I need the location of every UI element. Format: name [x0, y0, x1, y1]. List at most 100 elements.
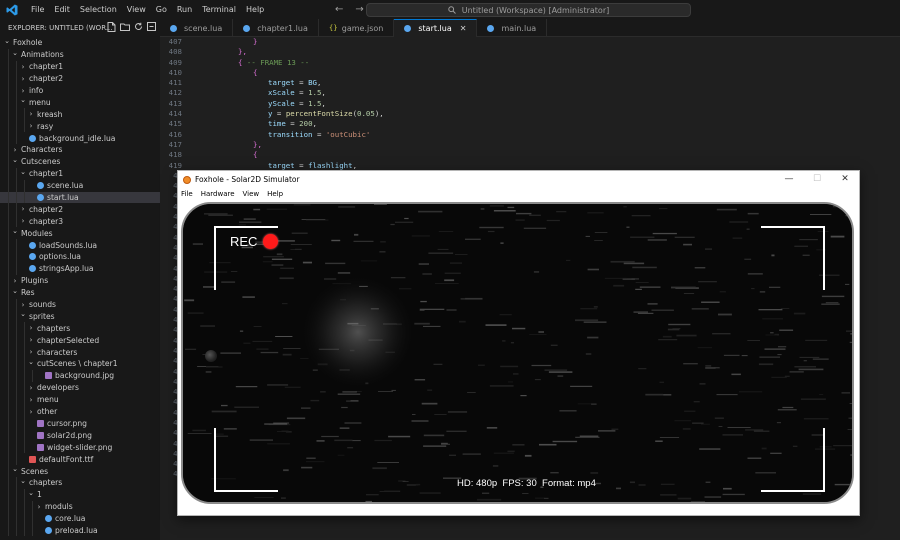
file-item[interactable]: background_idle.lua: [0, 132, 160, 145]
file-item[interactable]: stringsApp.lua: [0, 262, 160, 275]
folder-item[interactable]: ⌄ sprites: [0, 310, 160, 323]
menu-item-go[interactable]: Go: [151, 0, 172, 19]
forward-arrow-icon[interactable]: →: [355, 4, 363, 15]
chevron-right-icon[interactable]: ›: [35, 503, 43, 511]
chevron-right-icon[interactable]: ›: [19, 217, 27, 225]
folder-item[interactable]: › developers: [0, 381, 160, 394]
chevron-right-icon[interactable]: ›: [27, 122, 35, 130]
chevron-down-icon[interactable]: ⌄: [27, 358, 35, 366]
noise-streak: [759, 356, 780, 358]
chevron-down-icon[interactable]: ⌄: [19, 477, 27, 485]
menu-item-terminal[interactable]: Terminal: [197, 0, 241, 19]
folder-item[interactable]: › characters: [0, 346, 160, 359]
file-item[interactable]: core.lua: [0, 512, 160, 525]
file-item[interactable]: loadSounds.lua: [0, 239, 160, 252]
chevron-right-icon[interactable]: ›: [19, 301, 27, 309]
menu-item-run[interactable]: Run: [172, 0, 197, 19]
folder-item[interactable]: › other: [0, 405, 160, 418]
maximize-button[interactable]: ☐: [803, 171, 831, 188]
folder-item[interactable]: › chapter2: [0, 203, 160, 216]
folder-item[interactable]: ⌄ 1: [0, 489, 160, 501]
tab-scene-lua[interactable]: scene.lua: [160, 19, 234, 37]
tab-start-lua[interactable]: start.lua ✕: [394, 19, 478, 37]
tab-chapter1-lua[interactable]: chapter1.lua: [233, 19, 319, 37]
folder-item[interactable]: › Characters: [0, 144, 160, 156]
collapse-all-icon[interactable]: [147, 22, 156, 31]
chevron-down-icon[interactable]: ⌄: [11, 227, 19, 235]
folder-item[interactable]: › chapters: [0, 322, 160, 335]
chevron-down-icon[interactable]: ⌄: [11, 287, 19, 295]
folder-item[interactable]: › rasy: [0, 120, 160, 133]
chevron-down-icon[interactable]: ⌄: [11, 156, 19, 164]
folder-item[interactable]: › menu: [0, 393, 160, 406]
refresh-icon[interactable]: [134, 22, 143, 31]
chevron-right-icon[interactable]: ›: [11, 146, 19, 154]
chevron-down-icon[interactable]: ⌄: [11, 49, 19, 57]
folder-item[interactable]: ⌄ chapters: [0, 477, 160, 489]
folder-item[interactable]: › sounds: [0, 298, 160, 311]
folder-item[interactable]: › Plugins: [0, 274, 160, 287]
folder-item[interactable]: ⌄ menu: [0, 96, 160, 109]
close-tab-icon[interactable]: ✕: [460, 24, 467, 33]
folder-item[interactable]: › kreash: [0, 108, 160, 121]
chevron-down-icon[interactable]: ⌄: [27, 489, 35, 497]
folder-item[interactable]: › info: [0, 84, 160, 97]
minimize-button[interactable]: —: [775, 171, 803, 188]
menu-item-edit[interactable]: Edit: [49, 0, 75, 19]
file-item[interactable]: widget-slider.png: [0, 441, 160, 454]
chevron-right-icon[interactable]: ›: [19, 63, 27, 71]
command-center-search[interactable]: Untitled (Workspace) [Administrator]: [366, 3, 691, 17]
sim-menu-file[interactable]: File: [178, 190, 198, 198]
file-item[interactable]: preload.lua: [0, 524, 160, 537]
file-item[interactable]: background.jpg: [0, 369, 160, 382]
folder-item[interactable]: ⌄ chapter1: [0, 168, 160, 180]
chevron-down-icon[interactable]: ⌄: [19, 310, 27, 318]
folder-item[interactable]: ⌄ Res: [0, 287, 160, 299]
chevron-right-icon[interactable]: ›: [27, 396, 35, 404]
chevron-down-icon[interactable]: ⌄: [3, 37, 11, 45]
folder-item[interactable]: ⌄ Cutscenes: [0, 156, 160, 168]
chevron-down-icon[interactable]: ⌄: [19, 168, 27, 176]
chevron-down-icon[interactable]: ⌄: [19, 96, 27, 104]
menu-item-help[interactable]: Help: [241, 0, 269, 19]
chevron-down-icon[interactable]: ⌄: [11, 465, 19, 473]
file-item[interactable]: start.lua: [0, 191, 160, 204]
chevron-right-icon[interactable]: ›: [27, 408, 35, 416]
folder-item[interactable]: ⌄ Animations: [0, 49, 160, 61]
chevron-right-icon[interactable]: ›: [27, 336, 35, 344]
sim-menu-view[interactable]: View: [240, 190, 265, 198]
new-folder-icon[interactable]: [120, 22, 130, 32]
back-arrow-icon[interactable]: ←: [335, 4, 343, 15]
chevron-right-icon[interactable]: ›: [11, 277, 19, 285]
new-file-icon[interactable]: [107, 22, 116, 32]
folder-item[interactable]: ⌄ Scenes: [0, 465, 160, 477]
folder-item[interactable]: › chapter3: [0, 215, 160, 228]
file-item[interactable]: cursor.png: [0, 417, 160, 430]
file-item[interactable]: defaultFont.ttf: [0, 453, 160, 466]
menu-item-file[interactable]: File: [26, 0, 49, 19]
chevron-right-icon[interactable]: ›: [27, 324, 35, 332]
chevron-right-icon[interactable]: ›: [19, 75, 27, 83]
folder-item[interactable]: › chapterSelected: [0, 334, 160, 347]
tab-main-lua[interactable]: main.lua: [477, 19, 548, 37]
file-item[interactable]: scene.lua: [0, 179, 160, 192]
chevron-right-icon[interactable]: ›: [27, 348, 35, 356]
folder-item[interactable]: › moduls: [0, 500, 160, 513]
chevron-right-icon[interactable]: ›: [19, 87, 27, 95]
chevron-right-icon[interactable]: ›: [27, 384, 35, 392]
folder-item[interactable]: › chapter2: [0, 72, 160, 85]
file-item[interactable]: solar2d.png: [0, 429, 160, 442]
folder-item[interactable]: ⌄ Modules: [0, 227, 160, 240]
folder-item[interactable]: › chapter1: [0, 60, 160, 73]
folder-item[interactable]: ⌄ cutScenes \ chapter1: [0, 358, 160, 370]
folder-item[interactable]: ⌄ Foxhole: [0, 37, 160, 49]
menu-item-selection[interactable]: Selection: [75, 0, 122, 19]
sim-menu-hardware[interactable]: Hardware: [198, 190, 240, 198]
chevron-right-icon[interactable]: ›: [19, 205, 27, 213]
chevron-right-icon[interactable]: ›: [27, 110, 35, 118]
menu-item-view[interactable]: View: [122, 0, 151, 19]
tab-game-json[interactable]: {} game.json: [319, 19, 395, 37]
sim-menu-help[interactable]: Help: [264, 190, 288, 198]
close-button[interactable]: ✕: [831, 171, 859, 188]
file-item[interactable]: options.lua: [0, 251, 160, 263]
